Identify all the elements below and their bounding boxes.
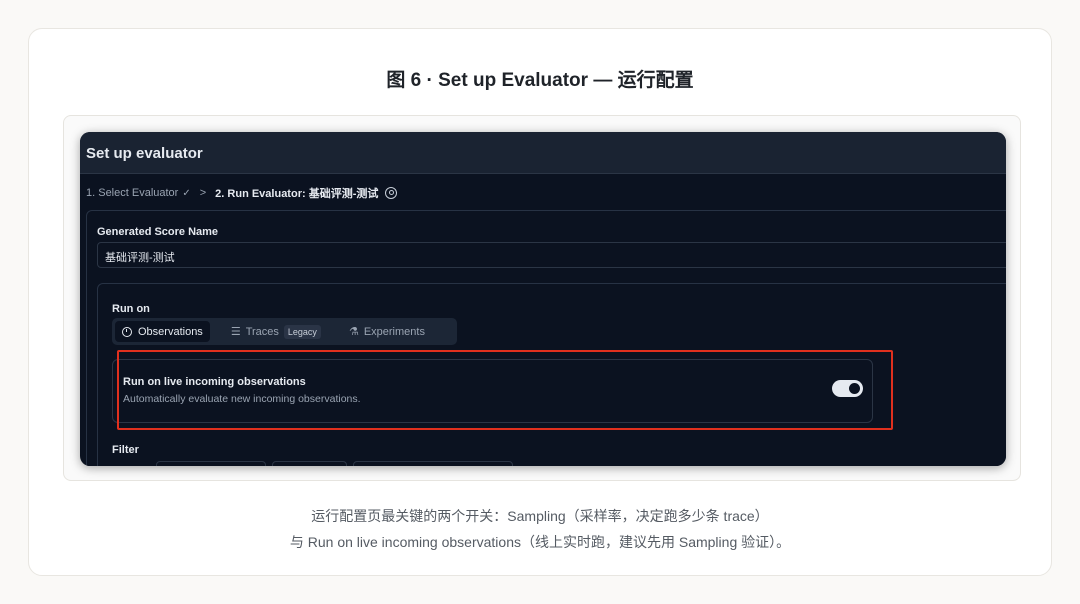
user-circle-icon[interactable] xyxy=(385,187,398,199)
flask-icon: ⚗ xyxy=(348,326,359,338)
breadcrumb-step-run-evaluator: 2. Run Evaluator: 基础评测-测试 xyxy=(215,188,379,200)
tab-label: Observations xyxy=(138,325,203,338)
run-on-label: Run on xyxy=(112,303,150,315)
clock-icon xyxy=(122,326,132,337)
check-icon: ✓ xyxy=(182,187,191,199)
filter-label: Filter xyxy=(112,444,139,456)
tab-traces[interactable]: ☰ Traces Legacy xyxy=(224,321,328,342)
tab-label: Traces xyxy=(245,325,279,338)
chevron-right-icon: > xyxy=(199,187,207,199)
page-title: Set up evaluator xyxy=(86,145,203,162)
filter-column-select[interactable] xyxy=(156,461,266,466)
breadcrumb-step-select-evaluator[interactable]: 1. Select Evaluator xyxy=(86,187,178,199)
figure-card: 图 6 · Set up Evaluator — 运行配置 Set up eva… xyxy=(28,28,1052,576)
filter-value-input[interactable] xyxy=(353,461,513,466)
score-name-input[interactable]: 基础评测-测试 xyxy=(97,242,1006,268)
list-tree-icon: ☰ xyxy=(230,326,241,338)
highlight-box xyxy=(117,350,893,430)
tab-observations[interactable]: Observations xyxy=(115,321,210,342)
run-on-tabs: Observations ☰ Traces Legacy ⚗ Experimen… xyxy=(112,318,457,345)
score-name-label: Generated Score Name xyxy=(97,226,219,238)
tab-label: Experiments xyxy=(363,325,425,338)
figure-caption: 运行配置页最关键的两个开关：Sampling（采样率，决定跑多少条 trace）… xyxy=(29,503,1051,555)
figure-title: 图 6 · Set up Evaluator — 运行配置 xyxy=(386,70,694,91)
caption-line-2: 与 Run on live incoming observations（线上实时… xyxy=(289,534,791,550)
caption-line-1: 运行配置页最关键的两个开关：Sampling（采样率，决定跑多少条 trace） xyxy=(311,508,769,524)
breadcrumb: 1. Select Evaluator ✓ > 2. Run Evaluator… xyxy=(86,185,398,201)
screenshot-frame: Set up evaluator 1. Select Evaluator ✓ >… xyxy=(63,115,1021,481)
app-header: Set up evaluator xyxy=(80,132,1006,174)
tab-experiments[interactable]: ⚗ Experiments xyxy=(342,321,432,342)
filter-operator-select[interactable] xyxy=(272,461,347,466)
legacy-badge: Legacy xyxy=(283,324,321,339)
